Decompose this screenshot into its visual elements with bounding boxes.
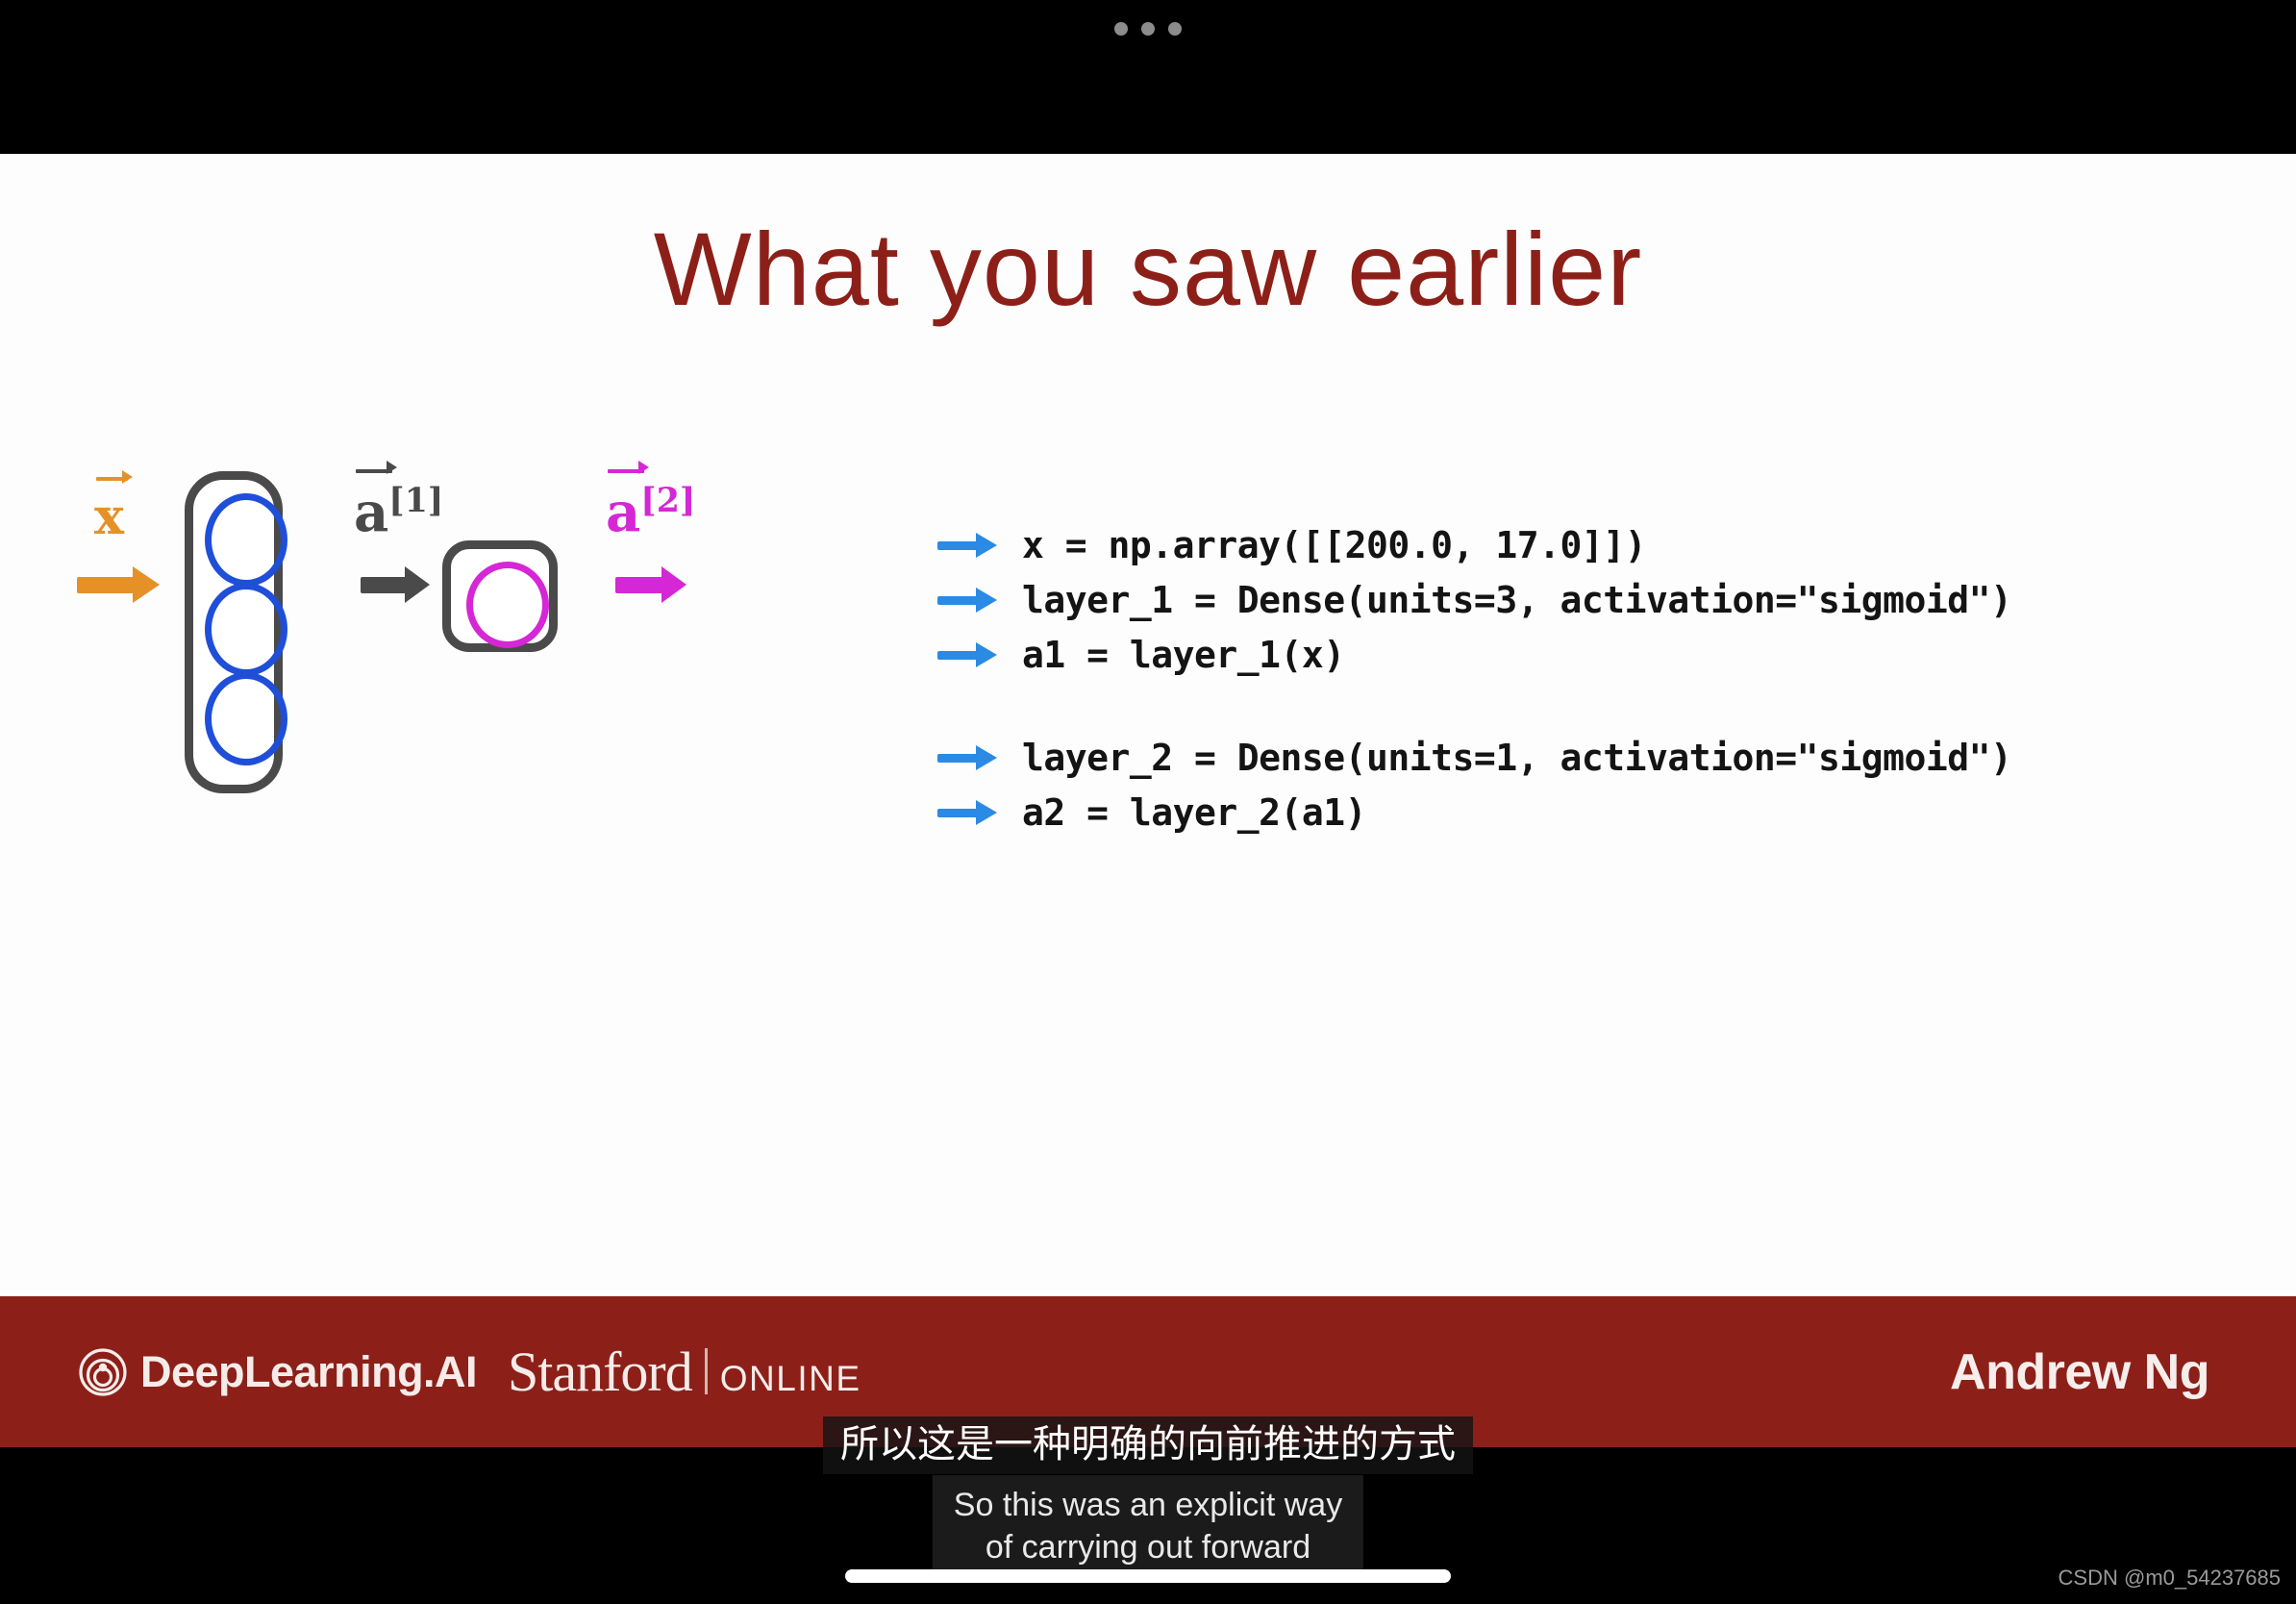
hidden-layer-box xyxy=(185,471,287,793)
chrome-dot-3 xyxy=(1168,22,1182,36)
deeplearning-ai-brand: DeepLearning.AI xyxy=(79,1346,478,1397)
watermark: CSDN @m0_54237685 xyxy=(2058,1566,2281,1590)
code-text: layer_2 = Dense(units=1, activation="sig… xyxy=(1022,736,2012,779)
arrow-right-icon xyxy=(937,641,1003,667)
chrome-dot-2 xyxy=(1141,22,1155,36)
layer2-activation-symbol: a xyxy=(606,461,650,544)
arrow-right-icon xyxy=(937,744,1003,770)
deeplearning-ai-logo-icon xyxy=(79,1347,127,1396)
hidden-neuron-3 xyxy=(205,672,287,765)
code-text: layer_1 = Dense(units=3, activation="sig… xyxy=(1022,578,2012,621)
stanford-wordmark: Stanford xyxy=(508,1340,693,1403)
code-text: a2 = layer_2(a1) xyxy=(1022,790,1367,834)
presenter-name: Andrew Ng xyxy=(1950,1343,2209,1400)
home-indicator[interactable] xyxy=(845,1569,1451,1583)
output-layer-box xyxy=(442,540,558,652)
input-arrow-head xyxy=(133,566,160,603)
code-line: layer_2 = Dense(units=1, activation="sig… xyxy=(937,730,2284,785)
stanford-divider xyxy=(704,1347,708,1394)
code-line: x = np.array([[200.0, 17.0]]) xyxy=(937,517,2284,572)
window-chrome-dots xyxy=(0,14,2296,43)
layer2-arrow-head xyxy=(661,566,686,603)
layer1-arrow-head xyxy=(405,566,430,603)
layer1-activation-symbol: a xyxy=(354,461,398,544)
subtitle-chinese: 所以这是一种明确的向前推进的方式 xyxy=(823,1416,1473,1474)
layer1-activation-label: a[1] xyxy=(354,461,443,544)
code-line: a2 = layer_2(a1) xyxy=(937,785,2284,840)
hidden-neuron-1 xyxy=(205,493,287,587)
arrow-right-icon xyxy=(937,532,1003,558)
stanford-online-wordmark: ONLINE xyxy=(719,1358,861,1398)
page-title: What you saw earlier xyxy=(653,211,1643,327)
layer1-arrow-shaft xyxy=(361,577,409,593)
chrome-dot-1 xyxy=(1114,22,1128,36)
input-arrow-shaft xyxy=(77,577,137,593)
input-vector-label: x xyxy=(94,469,134,546)
code-line: layer_1 = Dense(units=3, activation="sig… xyxy=(937,572,2284,627)
code-text: x = np.array([[200.0, 17.0]]) xyxy=(1022,523,1646,566)
code-line: a1 = layer_1(x) xyxy=(937,627,2284,682)
layer2-arrow-shaft xyxy=(615,577,665,593)
neural-network-diagram: x a[1] a[2] xyxy=(77,461,711,837)
stanford-online-brand: Stanford ONLINE xyxy=(508,1340,861,1403)
output-neuron-1 xyxy=(466,562,549,648)
code-block: x = np.array([[200.0, 17.0]]) layer_1 = … xyxy=(937,517,2284,840)
layer2-activation-superscript: [2] xyxy=(640,481,696,520)
input-vector-symbol: x xyxy=(94,469,134,546)
layer1-activation-superscript: [1] xyxy=(388,481,444,520)
video-player-viewport: What you saw earlier x a[1] a[2] x = np.… xyxy=(0,0,2296,1604)
arrow-right-icon xyxy=(937,587,1003,613)
layer2-activation-label: a[2] xyxy=(606,461,695,544)
code-text: a1 = layer_1(x) xyxy=(1022,633,1345,676)
subtitle-english: So this was an explicit way of carrying … xyxy=(932,1475,1364,1579)
arrow-right-icon xyxy=(937,799,1003,825)
hidden-neuron-2 xyxy=(205,583,287,676)
deeplearning-ai-wordmark: DeepLearning.AI xyxy=(140,1346,478,1396)
slide-canvas: What you saw earlier x a[1] a[2] x = np.… xyxy=(0,154,2296,1447)
